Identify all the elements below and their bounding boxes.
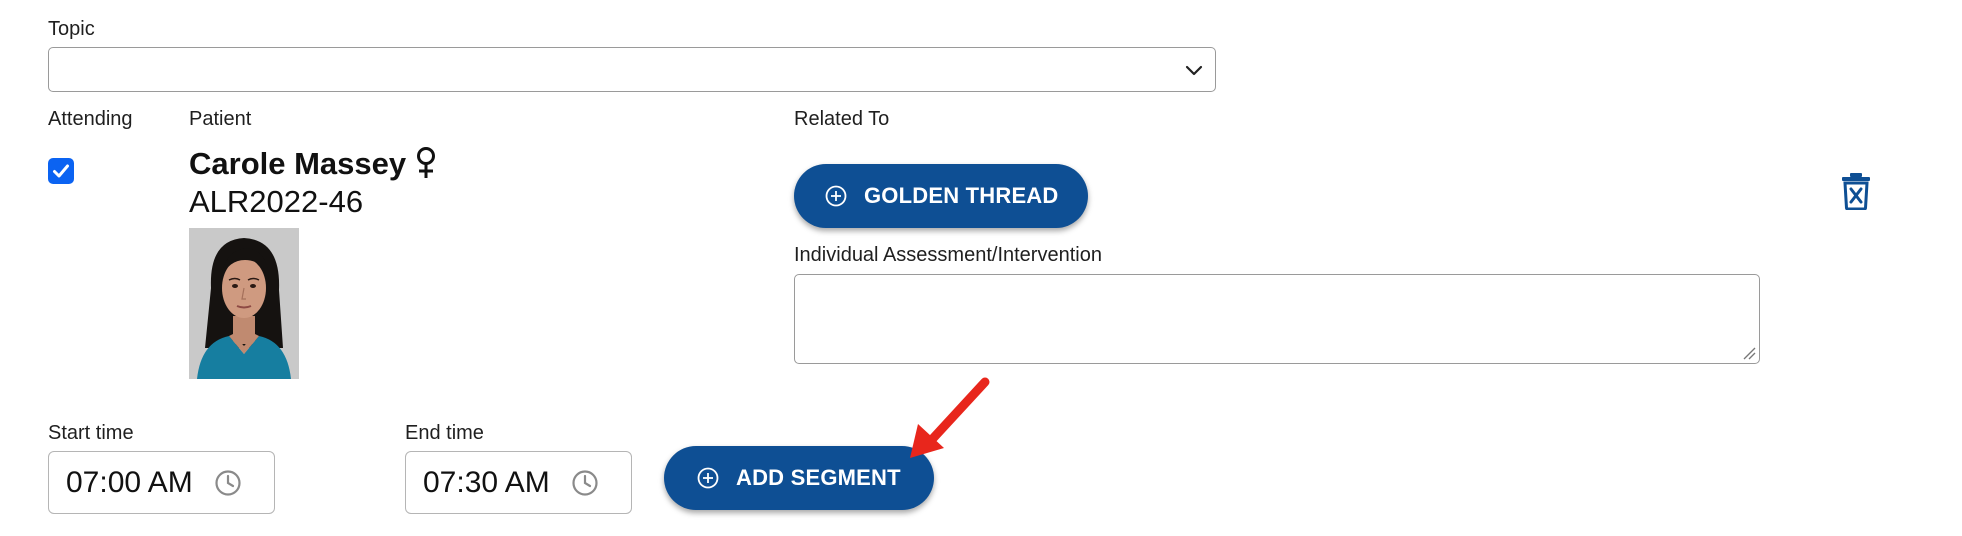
annotation-arrow-icon (910, 377, 990, 458)
checkmark-icon (53, 164, 69, 178)
topic-select[interactable] (48, 47, 1216, 92)
related-to-label: Related To (794, 108, 890, 130)
end-time-input[interactable]: 07:30 AM (405, 451, 632, 514)
patient-label: Patient (189, 108, 252, 130)
add-segment-label: ADD SEGMENT (736, 465, 901, 490)
golden-thread-button[interactable]: GOLDEN THREAD (794, 164, 1088, 228)
attending-checkbox[interactable] (48, 158, 74, 184)
end-time-label: End time (405, 422, 484, 444)
plus-circle-icon (825, 185, 847, 207)
assessment-label: Individual Assessment/Intervention (794, 244, 1102, 266)
add-segment-button[interactable]: ADD SEGMENT (664, 446, 934, 510)
start-time-value: 07:00 AM (66, 466, 193, 499)
start-time-input[interactable]: 07:00 AM (48, 451, 275, 514)
attending-label: Attending (48, 108, 133, 130)
start-time-label: Start time (48, 422, 134, 444)
plus-circle-icon (697, 467, 719, 489)
topic-label: Topic (48, 18, 95, 40)
assessment-textarea[interactable] (794, 274, 1760, 364)
patient-id: ALR2022-46 (189, 184, 364, 219)
patient-photo (189, 228, 299, 379)
golden-thread-label: GOLDEN THREAD (864, 183, 1059, 208)
clock-icon[interactable] (571, 469, 599, 497)
female-icon (417, 147, 435, 178)
patient-name: Carole Massey (189, 146, 407, 181)
chevron-down-icon (1185, 65, 1203, 76)
trash-icon[interactable] (1841, 172, 1871, 210)
resize-handle-icon[interactable] (1742, 346, 1756, 360)
end-time-value: 07:30 AM (423, 466, 550, 499)
clock-icon[interactable] (214, 469, 242, 497)
